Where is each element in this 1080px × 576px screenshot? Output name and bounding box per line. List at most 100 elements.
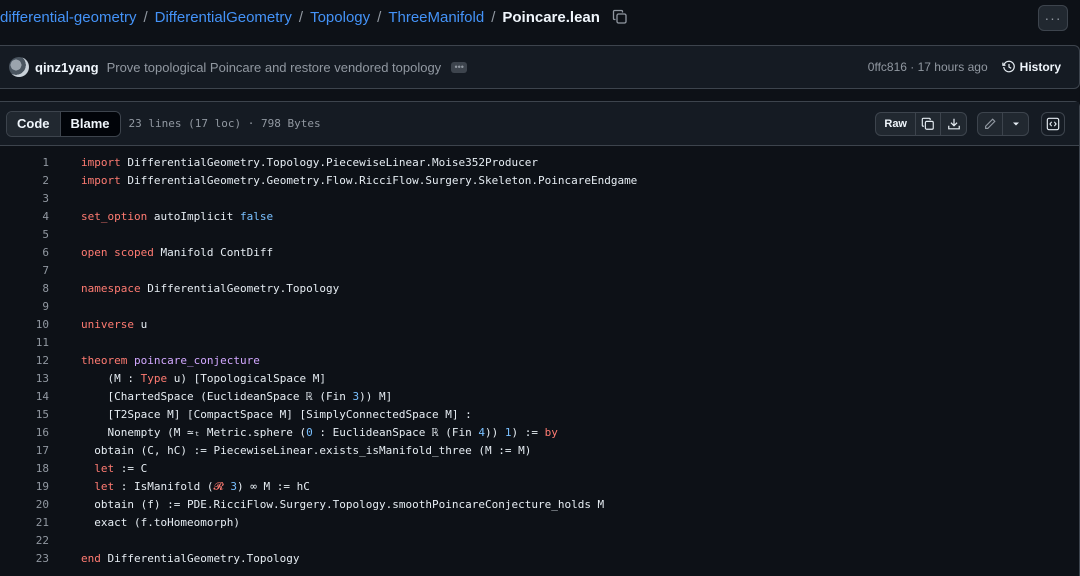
latest-commit-bar: qinz1yang Prove topological Poincare and… [0, 45, 1080, 89]
code-token: DifferentialGeometry.Topology [100, 552, 300, 565]
breadcrumb-separator: / [491, 8, 496, 26]
line-number[interactable]: 21 [0, 514, 49, 532]
line-number[interactable]: 19 [0, 478, 49, 496]
kebab-horizontal-icon[interactable]: ··· [1038, 5, 1068, 31]
line-number[interactable]: 14 [0, 388, 49, 406]
breadcrumb-repo-link[interactable]: differential-geometry [0, 9, 136, 26]
line-number[interactable]: 12 [0, 352, 49, 370]
code-token: 1 [504, 426, 512, 439]
code-token: DifferentialGeometry.Topology.PiecewiseL… [120, 156, 538, 169]
line-number[interactable]: 3 [0, 190, 49, 208]
code-text: import DifferentialGeometry.Topology.Pie… [81, 154, 538, 172]
history-button[interactable]: History [1001, 60, 1061, 74]
copy-icon[interactable] [916, 112, 941, 135]
code-token: 𝓡 [213, 480, 224, 493]
code-token: false [239, 210, 274, 223]
line-number[interactable]: 20 [0, 496, 49, 514]
edit-group [977, 111, 1029, 136]
breadcrumb-folder-link[interactable]: Topology [310, 9, 370, 26]
line-number[interactable]: 23 [0, 550, 49, 568]
line-number[interactable]: 6 [0, 244, 49, 262]
code-token: theorem [81, 354, 128, 367]
code-token: 3 [230, 480, 237, 493]
line-number[interactable]: 18 [0, 460, 49, 478]
breadcrumb-folder-link[interactable]: ThreeManifold [388, 9, 484, 26]
raw-button[interactable]: Raw [876, 112, 916, 135]
code-token: )) M] [359, 390, 393, 403]
code-line: 5 [0, 226, 1079, 244]
code-token: ) ∞ M := hC [237, 480, 310, 493]
line-number[interactable]: 1 [0, 154, 49, 172]
breadcrumb-folder-link[interactable]: DifferentialGeometry [155, 9, 292, 26]
line-number[interactable]: 11 [0, 334, 49, 352]
code-square-icon[interactable] [1041, 111, 1065, 136]
code-token: DifferentialGeometry.Topology [140, 282, 340, 295]
file-header: Code Blame 23 lines (17 loc) · 798 Bytes… [0, 102, 1079, 146]
code-token: poincare_conjecture [133, 354, 260, 367]
history-icon [1001, 60, 1015, 73]
code-token: [ChartedSpace (EuclideanSpace ℝ (Fin [81, 390, 353, 403]
commit-author[interactable]: qinz1yang [35, 60, 99, 75]
code-text: end DifferentialGeometry.Topology [81, 550, 300, 568]
code-text: set_option autoImplicit false [81, 208, 273, 226]
commit-ellipsis-button[interactable]: ••• [451, 61, 468, 73]
line-number[interactable]: 2 [0, 172, 49, 190]
line-number[interactable]: 15 [0, 406, 49, 424]
code-text: open scoped Manifold ContDiff [81, 244, 273, 262]
code-line: 11 [0, 334, 1079, 352]
download-icon[interactable] [941, 113, 966, 135]
code-token: autoImplicit [147, 210, 240, 223]
code-token: let [94, 480, 115, 493]
line-number[interactable]: 16 [0, 424, 49, 442]
code-token: exact (f.toHomeomorph) [81, 516, 240, 529]
line-number[interactable]: 7 [0, 262, 49, 280]
code-token: set_option [81, 210, 148, 223]
code-text: universe u [81, 316, 147, 334]
line-number[interactable]: 22 [0, 532, 49, 550]
code-token: universe [81, 318, 134, 331]
line-number[interactable]: 10 [0, 316, 49, 334]
code-token: (M : [81, 372, 141, 385]
line-number[interactable]: 13 [0, 370, 49, 388]
code-token: obtain (f) := PDE.RicciFlow.Surgery.Topo… [81, 498, 605, 511]
avatar[interactable] [9, 57, 29, 77]
code-token: Manifold ContDiff [153, 246, 274, 259]
code-line: 21 exact (f.toHomeomorph) [0, 514, 1079, 532]
breadcrumb-separator: / [298, 8, 304, 26]
code-line: 2 import DifferentialGeometry.Geometry.Fl… [0, 172, 1079, 190]
line-number[interactable]: 17 [0, 442, 49, 460]
line-number[interactable]: 9 [0, 298, 49, 316]
code-line: 15 [T2Space M] [CompactSpace M] [SimplyC… [0, 406, 1079, 424]
code-line: 3 [0, 190, 1079, 208]
tab-code[interactable]: Code [7, 111, 61, 136]
line-number[interactable]: 4 [0, 208, 49, 226]
line-number[interactable]: 5 [0, 226, 49, 244]
code-line: 12 theorem poincare_conjecture [0, 352, 1079, 370]
code-text: theorem poincare_conjecture [81, 352, 260, 370]
breadcrumb-current-file: Poincare.lean [502, 8, 600, 26]
triangle-down-icon[interactable] [1003, 113, 1028, 135]
code-line: 19 let : IsManifold (𝓡 3) ∞ M := hC [0, 478, 1079, 496]
code-token: obtain (C, hC) := PiecewiseLinear.exists… [81, 444, 532, 457]
code-token: : IsManifold ( [114, 480, 214, 493]
copy-icon[interactable] [612, 9, 628, 25]
pencil-icon[interactable] [978, 112, 1003, 135]
commit-message[interactable]: Prove topological Poincare and restore v… [107, 60, 442, 75]
file-meta: 23 lines (17 loc) · 798 Bytes [128, 117, 321, 130]
code-line: 22 [0, 532, 1079, 550]
code-text: [T2Space M] [CompactSpace M] [SimplyConn… [81, 406, 472, 424]
line-number[interactable]: 8 [0, 280, 49, 298]
code-token: u) [TopologicalSpace M] [167, 372, 327, 385]
code-token: import [81, 156, 121, 169]
code-token: by [544, 426, 558, 439]
code-line: 23 end DifferentialGeometry.Topology [0, 550, 1079, 568]
code-line: 9 [0, 298, 1079, 316]
file-actions: Raw [875, 111, 1065, 136]
tab-blame[interactable]: Blame [60, 111, 120, 136]
commit-sha-time[interactable]: 0ffc816 · 17 hours ago [868, 60, 988, 74]
code-token: [T2Space M] [CompactSpace M] [SimplyConn… [81, 408, 472, 421]
code-text: obtain (f) := PDE.RicciFlow.Surgery.Topo… [81, 496, 604, 514]
